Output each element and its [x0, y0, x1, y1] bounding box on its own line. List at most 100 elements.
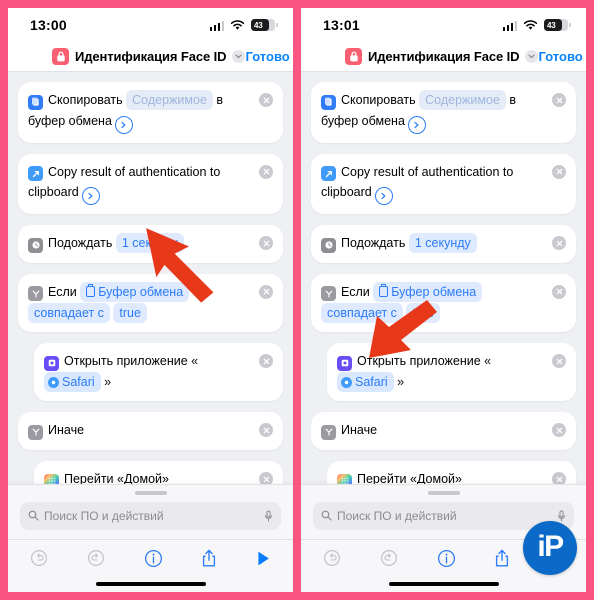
remove-icon[interactable]	[259, 472, 273, 484]
action-card-wait[interactable]: Подождать 1 секунду	[311, 225, 576, 263]
navigation-title-group[interactable]: Идентификация Face ID	[301, 48, 539, 65]
safari-icon	[341, 376, 352, 388]
parameter-chip-value[interactable]: true	[406, 302, 440, 323]
action-card-copy-to-clipboard[interactable]: Скопировать Содержимое в буфер обмена	[18, 82, 283, 143]
remove-icon[interactable]	[552, 472, 566, 484]
action-card-copy-result-of-authentication[interactable]: Copy result of authentication to clipboa…	[311, 153, 576, 215]
microphone-icon[interactable]	[264, 510, 273, 522]
remove-icon[interactable]	[259, 164, 273, 179]
expand-arrow-icon[interactable]	[374, 187, 393, 206]
chevron-down-icon[interactable]	[525, 50, 539, 63]
undo-icon[interactable]	[30, 549, 48, 567]
action-label: Скопировать	[48, 93, 123, 107]
cellular-bars-icon	[502, 20, 517, 31]
remove-icon[interactable]	[552, 164, 566, 179]
lock-icon	[345, 48, 362, 65]
parameter-chip-content[interactable]: Содержимое	[419, 90, 506, 111]
search-placeholder: Поиск ПО и действий	[44, 508, 164, 523]
parameter-chip-variable[interactable]: Буфер обмена	[80, 281, 190, 302]
action-card-if-condition[interactable]: Если Буфер обмена совпадает с true	[18, 273, 283, 333]
expand-arrow-icon[interactable]	[81, 187, 100, 206]
parameter-chip-variable[interactable]: Буфер обмена	[373, 281, 483, 302]
action-label: Copy result of authentication to clipboa…	[321, 164, 514, 200]
redo-icon[interactable]	[87, 549, 105, 567]
home-screen-icon	[44, 473, 59, 484]
action-card-go-home[interactable]: Перейти «Домой»	[327, 461, 576, 484]
editor-toolbar	[8, 538, 293, 577]
remove-icon[interactable]	[259, 93, 273, 107]
redo-icon[interactable]	[380, 549, 398, 567]
microphone-icon[interactable]	[557, 510, 566, 522]
parameter-chip-duration[interactable]: 1 секунду	[115, 233, 184, 254]
lock-icon	[52, 48, 69, 65]
page-title: Идентификация Face ID	[75, 49, 227, 64]
bottom-sheet: Поиск ПО и действий	[8, 483, 293, 592]
remove-icon[interactable]	[259, 284, 273, 299]
status-icon-group: 43	[502, 19, 571, 31]
status-bar: 13:01 43	[301, 8, 586, 42]
action-card-open-app[interactable]: Открыть приложение « Safari »	[34, 343, 283, 402]
action-label: Подождать	[48, 236, 113, 251]
parameter-chip-operator[interactable]: совпадает с	[321, 302, 403, 323]
done-button[interactable]: Готово	[245, 49, 289, 64]
search-icon	[321, 510, 332, 521]
quote-open: «	[484, 354, 492, 369]
if-branch-icon	[28, 424, 43, 440]
clipboard-copy-icon	[321, 94, 336, 110]
status-bar: 13:00 43	[8, 8, 293, 42]
action-label: Открыть приложение	[357, 354, 481, 369]
action-card-open-app[interactable]: Открыть приложение « Safari »	[327, 343, 576, 402]
battery-icon: 43	[251, 19, 278, 31]
action-list[interactable]: Скопировать Содержимое в буфер обмена Co…	[301, 72, 586, 484]
battery-icon: 43	[544, 19, 571, 31]
battery-level: 43	[254, 20, 263, 30]
action-card-go-home[interactable]: Перейти «Домой»	[34, 461, 283, 484]
parameter-chip-operator[interactable]: совпадает с	[28, 302, 110, 323]
sheet-grabber[interactable]	[427, 490, 460, 495]
action-label: Подождать	[341, 236, 406, 251]
navigation-title-group[interactable]: Идентификация Face ID	[8, 48, 246, 65]
shortcut-arrow-icon	[28, 166, 43, 182]
parameter-chip-value[interactable]: true	[113, 302, 147, 323]
action-label: Открыть приложение	[64, 354, 188, 369]
chevron-down-icon[interactable]	[232, 50, 246, 63]
action-card-otherwise[interactable]: Иначе	[18, 412, 283, 450]
done-button[interactable]: Готово	[538, 49, 582, 64]
action-card-wait[interactable]: Подождать 1 секунду	[18, 225, 283, 263]
info-icon[interactable]	[144, 549, 163, 568]
action-label: Скопировать	[341, 93, 416, 107]
action-label: Если	[48, 284, 77, 299]
share-icon[interactable]	[201, 549, 217, 568]
quote-close: »	[104, 374, 112, 389]
home-indicator	[388, 581, 499, 586]
watermark-label: iP	[537, 530, 564, 563]
action-card-if-condition[interactable]: Если Буфер обмена совпадает с true	[311, 273, 576, 333]
parameter-chip-app[interactable]: Safari	[337, 371, 394, 392]
wifi-icon	[230, 19, 245, 31]
parameter-chip-app[interactable]: Safari	[44, 371, 101, 392]
sheet-grabber[interactable]	[134, 490, 167, 495]
parameter-chip-content[interactable]: Содержимое	[126, 90, 213, 111]
play-icon[interactable]	[256, 550, 271, 567]
if-branch-icon	[28, 286, 43, 302]
action-card-otherwise[interactable]: Иначе	[311, 412, 576, 450]
parameter-chip-duration[interactable]: 1 секунду	[408, 233, 477, 254]
search-icon	[28, 510, 39, 521]
info-icon[interactable]	[437, 549, 456, 568]
navigation-bar: Идентификация Face ID Готово	[8, 42, 293, 72]
search-input[interactable]: Поиск ПО и действий	[20, 501, 281, 530]
action-card-copy-to-clipboard[interactable]: Скопировать Содержимое в буфер обмена	[311, 82, 576, 143]
home-indicator	[95, 581, 206, 586]
undo-icon[interactable]	[323, 549, 341, 567]
remove-icon[interactable]	[552, 284, 566, 299]
action-list[interactable]: Скопировать Содержимое в буфер обмена Co…	[8, 72, 293, 484]
open-app-icon	[337, 355, 352, 371]
remove-icon[interactable]	[552, 93, 566, 107]
page-title: Идентификация Face ID	[368, 49, 520, 64]
share-icon[interactable]	[494, 549, 510, 568]
expand-arrow-icon[interactable]	[114, 115, 133, 134]
expand-arrow-icon[interactable]	[407, 115, 426, 134]
search-placeholder: Поиск ПО и действий	[337, 508, 457, 523]
parameter-chip-app-label: Safari	[62, 374, 95, 389]
action-card-copy-result-of-authentication[interactable]: Copy result of authentication to clipboa…	[18, 153, 283, 215]
